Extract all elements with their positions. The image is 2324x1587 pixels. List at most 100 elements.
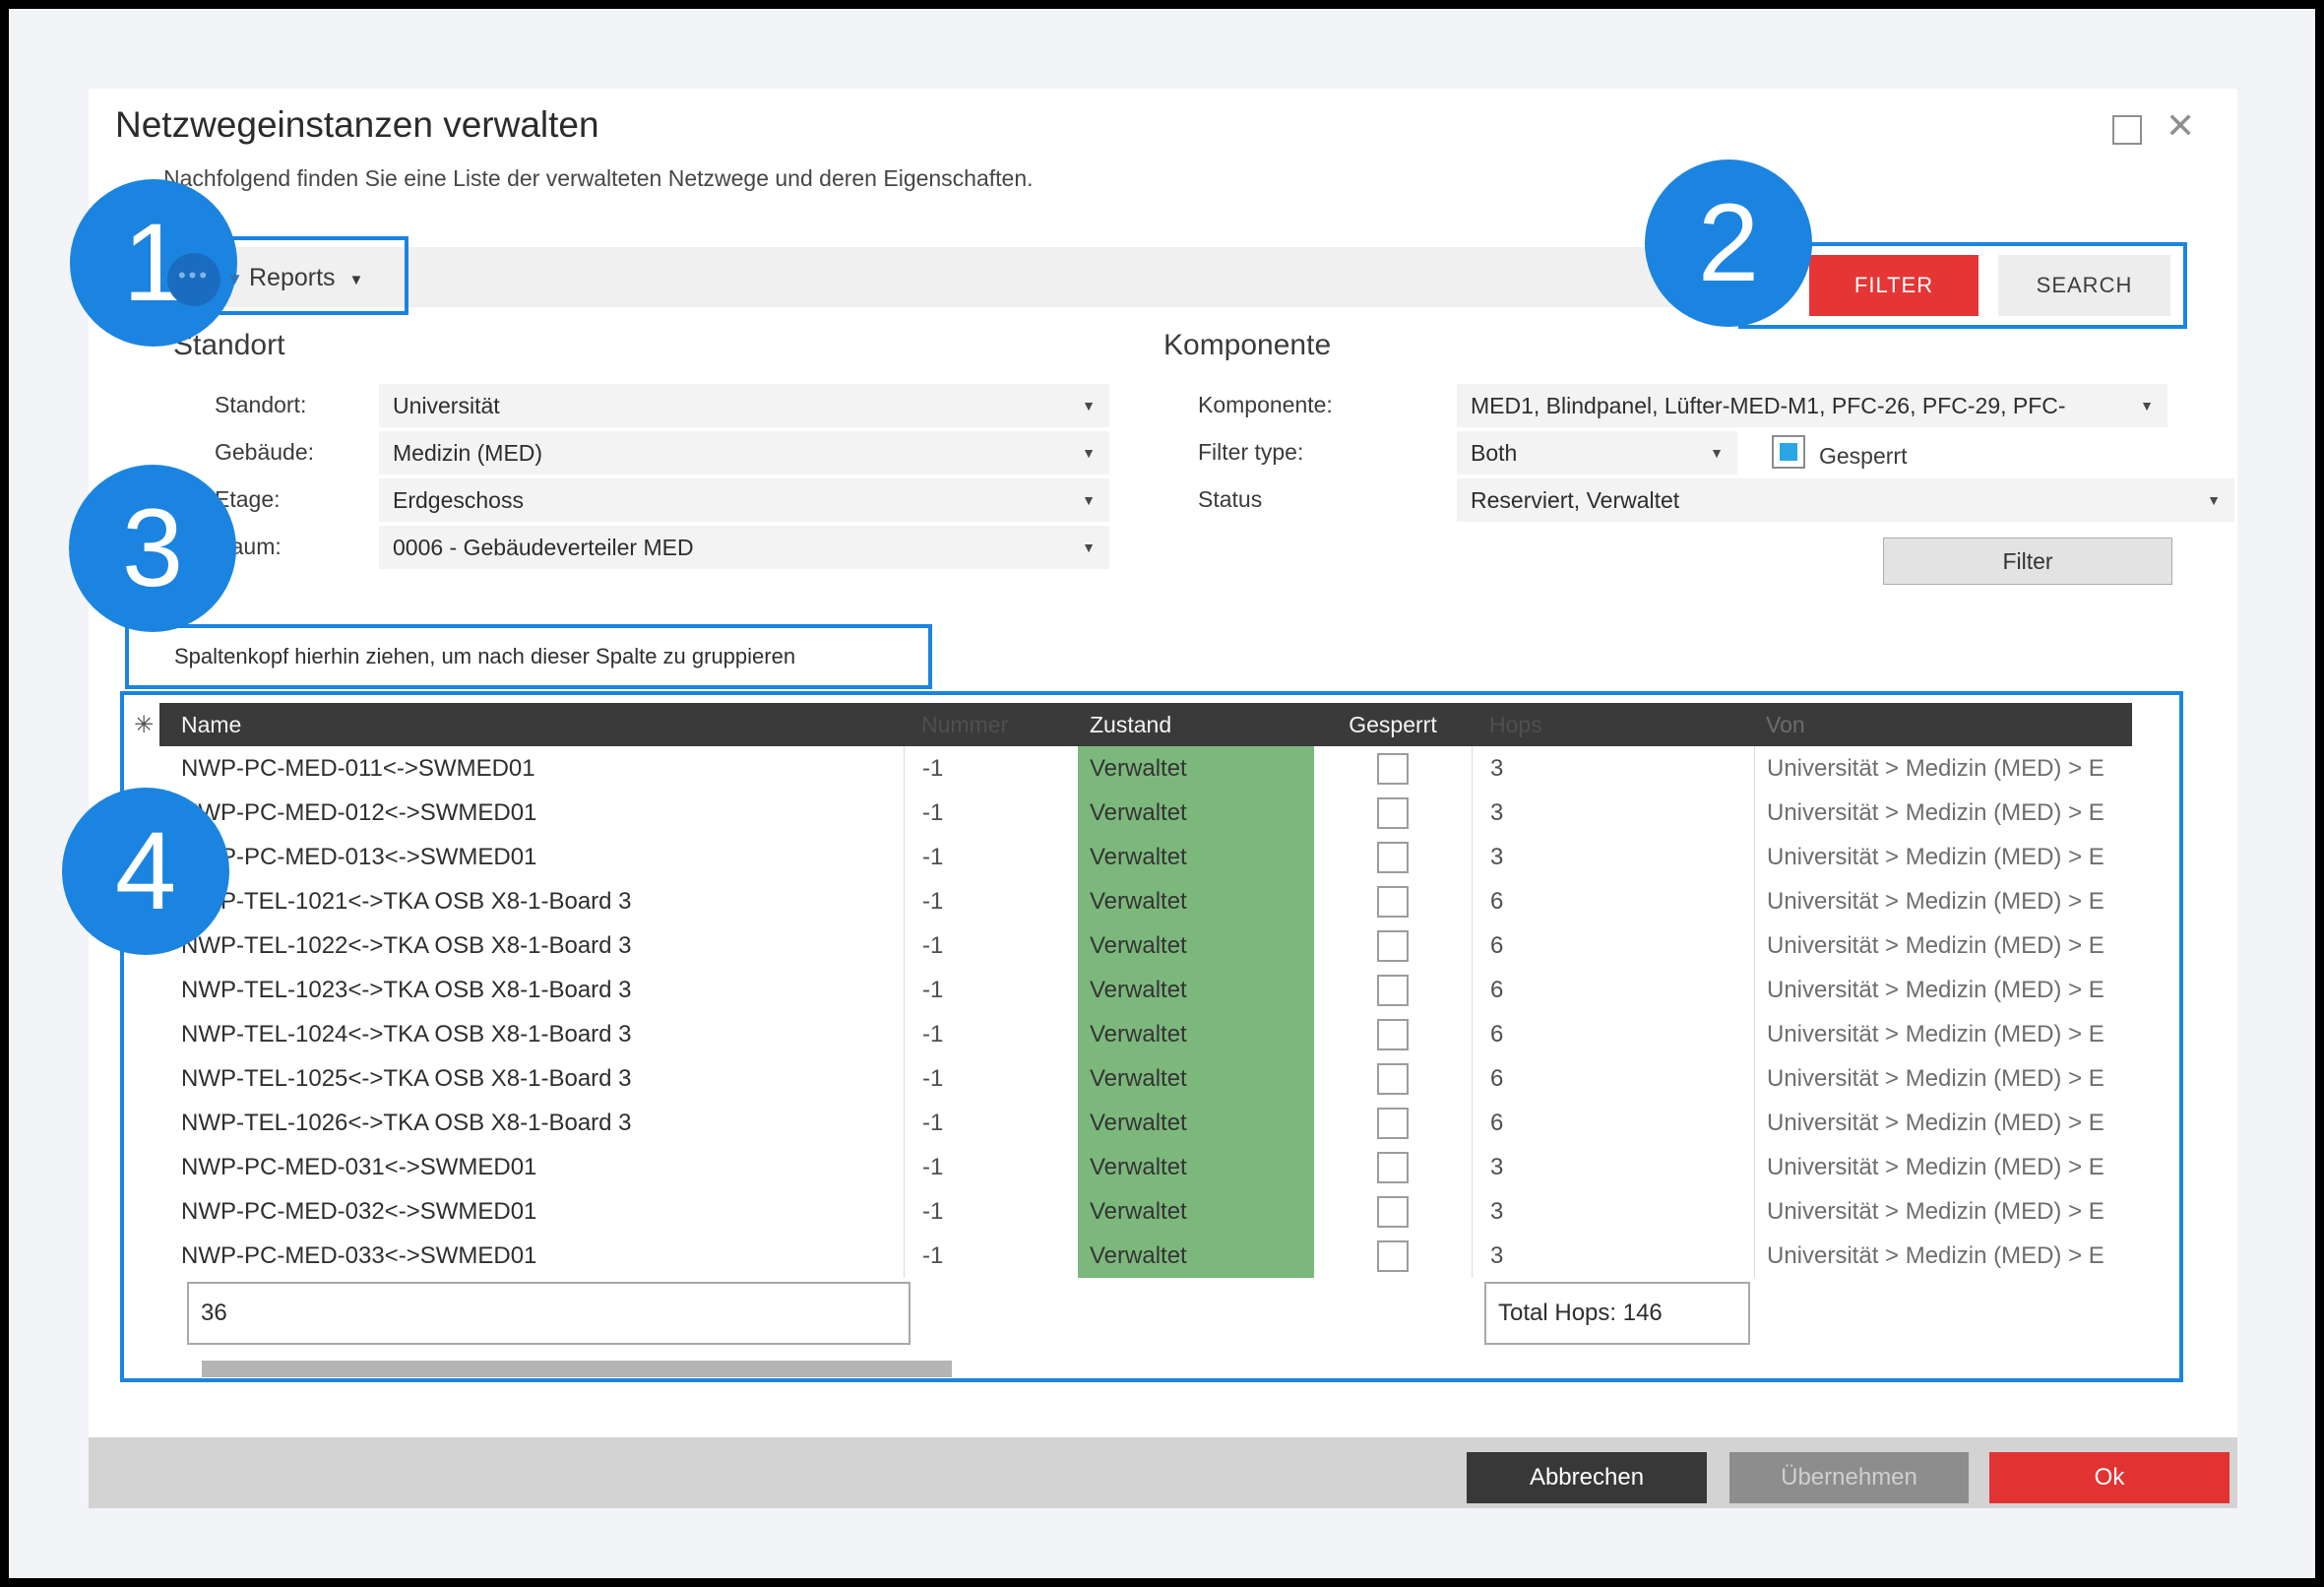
cell-gesperrt (1314, 879, 1472, 923)
chevron-down-icon: ▼ (1076, 540, 1109, 555)
reports-menu-button[interactable]: Reports ▼ (249, 258, 363, 297)
table-row[interactable]: NWP-PC-MED-031<->SWMED01 -1 Verwaltet 3 … (159, 1145, 2132, 1189)
gesperrt-row-checkbox[interactable] (1377, 930, 1409, 962)
cell-gesperrt (1314, 968, 1472, 1012)
table-row[interactable]: NWP-TEL-1024<->TKA OSB X8-1-Board 3 -1 V… (159, 1012, 2132, 1056)
gebaeude-select[interactable]: Medizin (MED) ▼ (379, 431, 1109, 475)
gesperrt-row-checkbox[interactable] (1377, 1108, 1409, 1139)
cell-nummer: -1 (904, 746, 1078, 791)
annotation-badge-4: 4 (62, 788, 229, 955)
gesperrt-row-checkbox[interactable] (1377, 975, 1409, 1006)
horizontal-scrollbar[interactable] (202, 1361, 952, 1377)
search-tab-button[interactable]: SEARCH (1998, 255, 2170, 316)
table-row[interactable]: NWP-TEL-1021<->TKA OSB X8-1-Board 3 -1 V… (159, 879, 2132, 923)
cell-zustand: Verwaltet (1078, 1189, 1314, 1234)
cell-name: NWP-PC-MED-032<->SWMED01 (159, 1189, 904, 1234)
status-field-label: Status (1198, 486, 1262, 513)
table-row[interactable]: NWP-TEL-1023<->TKA OSB X8-1-Board 3 -1 V… (159, 968, 2132, 1012)
cell-nummer: -1 (904, 1234, 1078, 1278)
gesperrt-row-checkbox[interactable] (1377, 1019, 1409, 1050)
column-header-zustand[interactable]: Zustand (1078, 703, 1314, 746)
cell-zustand: Verwaltet (1078, 968, 1314, 1012)
table-row[interactable]: NWP-TEL-1026<->TKA OSB X8-1-Board 3 -1 V… (159, 1101, 2132, 1145)
cell-name: NWP-TEL-1022<->TKA OSB X8-1-Board 3 (159, 923, 904, 968)
gesperrt-row-checkbox[interactable] (1377, 797, 1409, 829)
cell-gesperrt (1314, 1189, 1472, 1234)
gesperrt-row-checkbox[interactable] (1377, 753, 1409, 785)
column-header-von[interactable]: Von (1754, 703, 2132, 746)
chevron-down-icon: ▼ (1076, 492, 1109, 508)
chevron-down-icon: ▼ (226, 270, 243, 289)
filter-tab-button[interactable]: FILTER (1809, 255, 1979, 316)
ellipsis-icon: ••• (167, 253, 220, 306)
gesperrt-row-checkbox[interactable] (1377, 886, 1409, 918)
screenshot-canvas: Netzwegeinstanzen verwalten Nachfolgend … (0, 0, 2324, 1587)
cell-von: Universität > Medizin (MED) > E (1754, 1012, 2132, 1056)
table-row[interactable]: NWP-PC-MED-013<->SWMED01 -1 Verwaltet 3 … (159, 835, 2132, 879)
gesperrt-row-checkbox[interactable] (1377, 842, 1409, 873)
cancel-button[interactable]: Abbrechen (1467, 1452, 1707, 1503)
cell-hops: 6 (1472, 1012, 1754, 1056)
gebaeude-value: Medizin (MED) (379, 440, 1076, 467)
chevron-down-icon: ▼ (1076, 445, 1109, 461)
cell-nummer: -1 (904, 968, 1078, 1012)
cell-hops: 6 (1472, 968, 1754, 1012)
cell-gesperrt (1314, 1056, 1472, 1101)
cell-zustand: Verwaltet (1078, 1012, 1314, 1056)
cell-name: NWP-TEL-1025<->TKA OSB X8-1-Board 3 (159, 1056, 904, 1101)
cell-gesperrt (1314, 791, 1472, 835)
chevron-down-icon: ▼ (1076, 398, 1109, 413)
cell-hops: 6 (1472, 1101, 1754, 1145)
column-header-gesperrt[interactable]: Gesperrt (1314, 703, 1472, 746)
apply-filter-button[interactable]: Filter (1883, 538, 2172, 585)
dialog-subtitle: Nachfolgend finden Sie eine Liste der ve… (163, 165, 1034, 192)
cell-gesperrt (1314, 835, 1472, 879)
checkbox-fill-icon (1780, 443, 1797, 461)
raum-select[interactable]: 0006 - Gebäudeverteiler MED ▼ (379, 526, 1109, 569)
table-row[interactable]: NWP-TEL-1025<->TKA OSB X8-1-Board 3 -1 V… (159, 1056, 2132, 1101)
komponente-select[interactable]: MED1, Blindpanel, Lüfter-MED-M1, PFC-26,… (1457, 384, 2167, 427)
annotation-badge-3: 3 (69, 465, 236, 632)
cell-name: NWP-TEL-1024<->TKA OSB X8-1-Board 3 (159, 1012, 904, 1056)
column-header-hops[interactable]: Hops (1472, 703, 1754, 746)
apply-button[interactable]: Übernehmen (1729, 1452, 1969, 1503)
overflow-menu-button[interactable]: ••• ▼ (167, 253, 252, 306)
table-row[interactable]: NWP-PC-MED-011<->SWMED01 -1 Verwaltet 3 … (159, 746, 2132, 791)
cell-nummer: -1 (904, 791, 1078, 835)
gesperrt-filter-checkbox[interactable] (1772, 435, 1805, 469)
raum-value: 0006 - Gebäudeverteiler MED (379, 535, 1076, 561)
table-row[interactable]: NWP-PC-MED-032<->SWMED01 -1 Verwaltet 3 … (159, 1189, 2132, 1234)
maximize-button[interactable] (2112, 115, 2142, 145)
cell-zustand: Verwaltet (1078, 746, 1314, 791)
gesperrt-row-checkbox[interactable] (1377, 1240, 1409, 1272)
close-button[interactable]: ✕ (2166, 106, 2195, 146)
chevron-down-icon: ▼ (2134, 398, 2167, 413)
etage-select[interactable]: Erdgeschoss ▼ (379, 478, 1109, 522)
table-row[interactable]: NWP-TEL-1022<->TKA OSB X8-1-Board 3 -1 V… (159, 923, 2132, 968)
standort-select[interactable]: Universität ▼ (379, 384, 1109, 427)
gesperrt-row-checkbox[interactable] (1377, 1152, 1409, 1183)
close-icon: ✕ (2166, 105, 2195, 146)
cell-gesperrt (1314, 1234, 1472, 1278)
cell-name: NWP-PC-MED-033<->SWMED01 (159, 1234, 904, 1278)
filter-type-select[interactable]: Both ▼ (1457, 431, 1737, 475)
cell-gesperrt (1314, 1145, 1472, 1189)
gesperrt-row-checkbox[interactable] (1377, 1063, 1409, 1095)
cell-zustand: Verwaltet (1078, 1234, 1314, 1278)
cell-von: Universität > Medizin (MED) > E (1754, 835, 2132, 879)
ok-button[interactable]: Ok (1989, 1452, 2230, 1503)
table-row[interactable]: NWP-PC-MED-033<->SWMED01 -1 Verwaltet 3 … (159, 1234, 2132, 1278)
cell-zustand: Verwaltet (1078, 1101, 1314, 1145)
grid-body: NWP-PC-MED-011<->SWMED01 -1 Verwaltet 3 … (159, 746, 2132, 1278)
gesperrt-row-checkbox[interactable] (1377, 1196, 1409, 1228)
total-hops-summary: Total Hops: 146 (1484, 1282, 1750, 1345)
cell-name: NWP-PC-MED-013<->SWMED01 (159, 835, 904, 879)
cell-nummer: -1 (904, 1189, 1078, 1234)
cell-gesperrt (1314, 746, 1472, 791)
cell-nummer: -1 (904, 923, 1078, 968)
column-header-nummer[interactable]: Nummer (904, 703, 1078, 746)
status-select[interactable]: Reserviert, Verwaltet ▼ (1457, 478, 2234, 522)
table-row[interactable]: NWP-PC-MED-012<->SWMED01 -1 Verwaltet 3 … (159, 791, 2132, 835)
column-header-name[interactable]: Name (159, 703, 904, 746)
filter-type-value: Both (1457, 440, 1704, 467)
